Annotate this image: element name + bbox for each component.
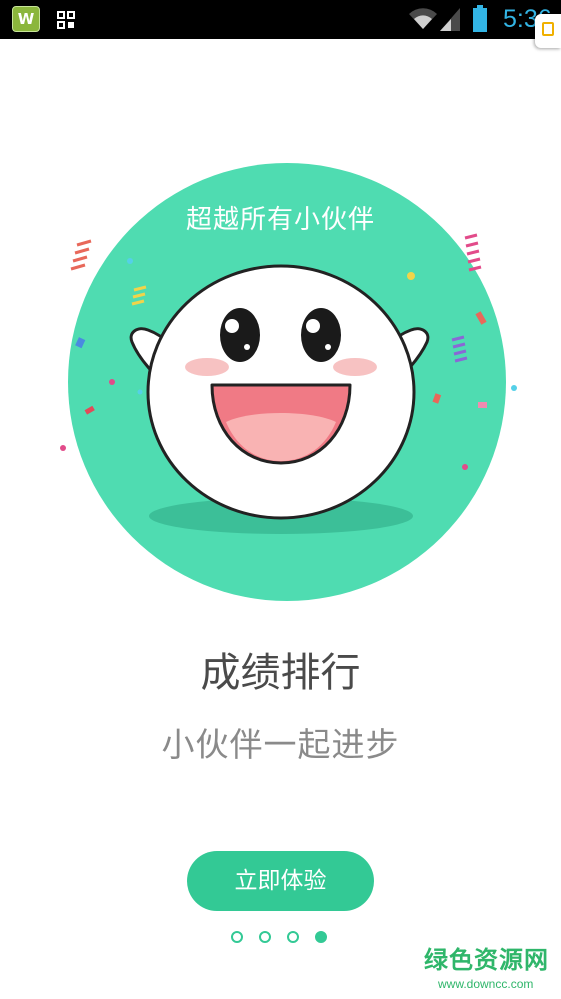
page-indicator xyxy=(231,931,331,945)
mascot-right-eye xyxy=(301,308,341,362)
start-experience-button[interactable]: 立即体验 xyxy=(187,851,374,911)
page-dot[interactable] xyxy=(259,931,271,943)
page-subtitle: 小伙伴一起进步 xyxy=(161,725,400,764)
status-bar: W 5:36 xyxy=(0,0,561,48)
wifi-icon xyxy=(409,8,437,30)
floating-widget-icon[interactable] xyxy=(535,14,561,48)
page-dot[interactable] xyxy=(231,931,243,943)
grid-icon xyxy=(57,11,75,29)
mascot-right-cheek xyxy=(333,358,377,376)
mascot-left-eye xyxy=(220,308,260,362)
page-dot-active[interactable] xyxy=(315,931,327,943)
page-dot[interactable] xyxy=(287,931,299,943)
mascot-left-cheek xyxy=(185,358,229,376)
battery-icon xyxy=(473,5,487,32)
hero-caption: 超越所有小伙伴 xyxy=(185,205,375,235)
watermark-text: 绿色资源网 xyxy=(424,946,549,974)
watermark-url: www.downcc.com xyxy=(438,977,534,991)
app-notification-icon: W xyxy=(12,6,40,32)
hero-illustration: 超越所有小伙伴 xyxy=(0,130,561,610)
mascot-illustration xyxy=(60,233,517,534)
signal-icon xyxy=(440,8,460,31)
page-title: 成绩排行 xyxy=(200,650,361,696)
